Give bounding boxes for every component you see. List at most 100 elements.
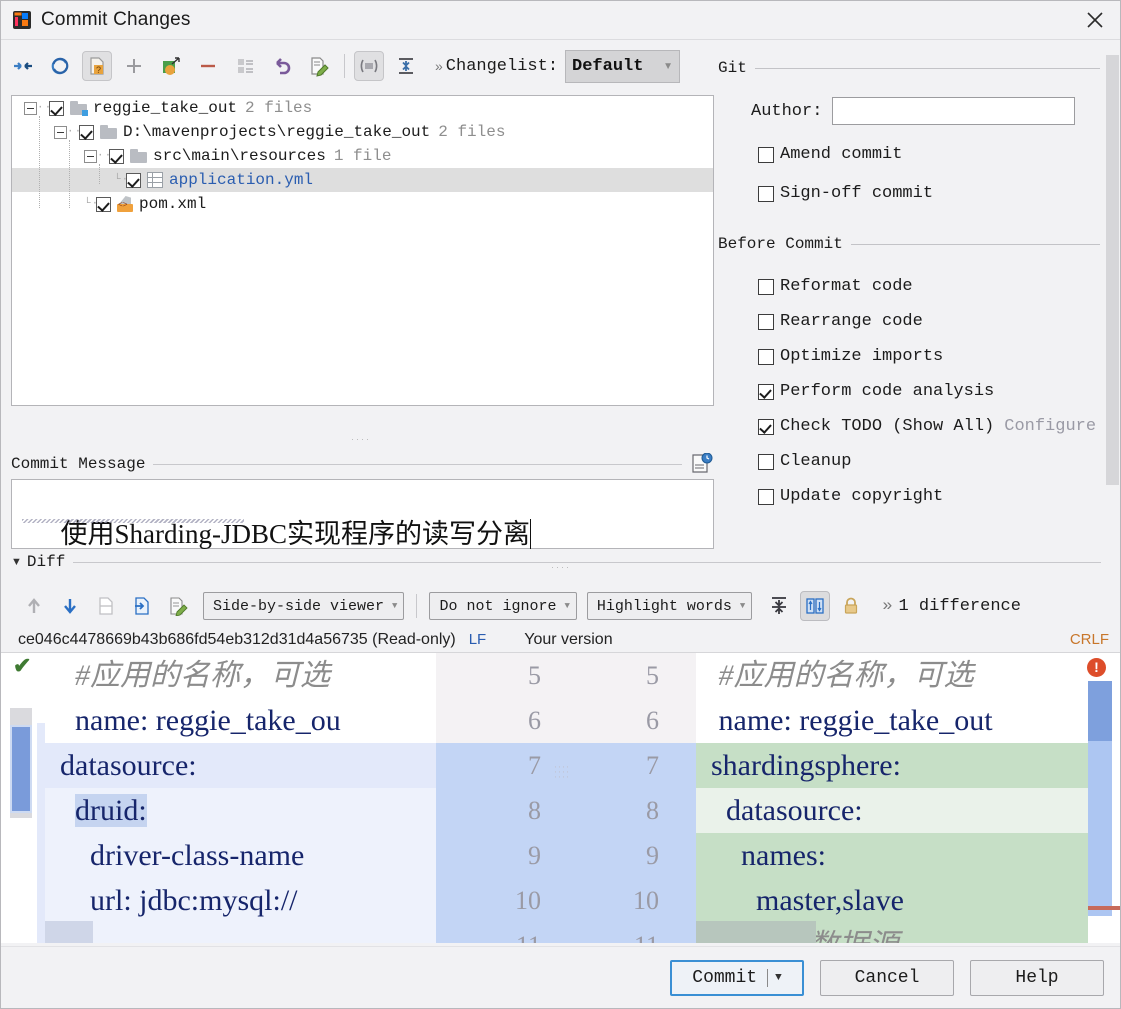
add-icon[interactable] [119, 51, 149, 81]
tree-checkbox[interactable] [49, 100, 64, 116]
revert-change-icon[interactable] [91, 591, 121, 621]
reformat-code-checkbox[interactable] [758, 278, 774, 295]
tree-splitter-handle[interactable]: ···· [341, 435, 381, 444]
expand-all-icon[interactable] [391, 51, 421, 81]
tree-row-count: 1 file [333, 147, 392, 165]
tree-connector-dots: ··· [97, 150, 119, 162]
optimize-imports-option[interactable]: Optimize imports [758, 347, 1120, 366]
tree-row[interactable]: └·· application.yml [12, 168, 713, 192]
apply-change-icon[interactable] [127, 591, 157, 621]
tree-checkbox[interactable] [126, 172, 141, 188]
collapse-unchanged-icon[interactable] [764, 591, 794, 621]
right-selection-block [696, 921, 816, 943]
previous-difference-icon[interactable] [19, 591, 49, 621]
ignore-mode-dropdown[interactable]: Do not ignore ▼ [429, 592, 577, 620]
cleanup-option[interactable]: Cleanup [758, 452, 1120, 471]
tree-checkbox[interactable] [79, 124, 94, 140]
group-by-icon[interactable] [230, 51, 260, 81]
gutter-right-number: 5 [646, 661, 659, 690]
edit-source-icon[interactable] [304, 51, 334, 81]
commit-message-title: Commit Message [11, 455, 146, 473]
refresh-icon[interactable] [45, 51, 75, 81]
amend-commit-label: Amend commit [780, 145, 903, 164]
diff-right-line: #应用的名称，可选 [696, 659, 974, 692]
unversioned-files-icon[interactable]: ? [82, 51, 112, 81]
diff-right-line: shardingsphere: [696, 743, 1088, 788]
sign-off-commit-checkbox[interactable] [758, 185, 774, 202]
cancel-button[interactable]: Cancel [820, 959, 954, 996]
sign-off-commit-label: Sign-off commit [780, 184, 934, 203]
author-input[interactable] [832, 97, 1076, 125]
cleanup-checkbox[interactable] [758, 453, 774, 470]
commit-message-history-icon[interactable] [690, 452, 714, 475]
tree-row-label: src\main\resources [153, 147, 326, 165]
commit-button[interactable]: Commit ▼ [670, 959, 804, 996]
tree-row[interactable]: ··· D:\mavenprojects\reggie_take_out 2 f… [12, 120, 713, 144]
tree-row[interactable]: └·· pom.xml [12, 192, 713, 216]
changelist-dropdown[interactable]: Default ▼ [565, 49, 681, 83]
tree-row[interactable]: ··· src\main\resources 1 file [12, 144, 713, 168]
options-scrollbar-thumb[interactable] [1106, 55, 1119, 485]
reformat-code-label: Reformat code [780, 277, 913, 296]
gutter-left-number: 5 [528, 661, 541, 690]
tree-row[interactable]: ··· reggie_take_out 2 files [12, 96, 713, 120]
tree-connector-dots: └·· [84, 198, 106, 210]
button-split-separator [767, 968, 769, 987]
optimize-imports-checkbox[interactable] [758, 348, 774, 365]
readonly-lock-icon[interactable] [836, 591, 866, 621]
synchronize-scrolling-icon[interactable] [800, 591, 831, 621]
update-copyright-checkbox[interactable] [758, 488, 774, 505]
diff-left-line: driver-class-name [45, 833, 436, 878]
amend-commit-checkbox[interactable] [758, 146, 774, 163]
git-section-header: Git [718, 59, 1120, 77]
tree-checkbox[interactable] [96, 196, 111, 212]
diff-left-line: datasource: [45, 743, 436, 788]
configure-todo-link[interactable]: Configure [1004, 417, 1096, 436]
chevron-down-icon[interactable]: ▼ [775, 972, 782, 984]
right-scrollbar-thumb-overlay[interactable] [1088, 681, 1112, 741]
update-copyright-option[interactable]: Update copyright [758, 487, 1120, 506]
delete-icon[interactable] [193, 51, 223, 81]
diff-drag-handle[interactable]: ···· ···· ···· [554, 763, 576, 782]
gutter-row: 9 9 [436, 833, 696, 878]
update-copyright-label: Update copyright [780, 487, 944, 506]
tree-expander[interactable] [24, 101, 37, 115]
help-button[interactable]: Help [970, 959, 1104, 996]
tree-checkbox[interactable] [109, 148, 124, 164]
author-label: Author: [751, 101, 823, 121]
rearrange-code-option[interactable]: Rearrange code [758, 312, 1120, 331]
diff-right-pane[interactable]: ! #应用的名称，可选 name: reggie_take_out shardi… [696, 653, 1120, 943]
folder-icon [130, 149, 147, 163]
check-todo-option[interactable]: Check TODO (Show All) Configure [758, 417, 1120, 436]
close-icon[interactable] [1068, 1, 1120, 39]
collapse-icon[interactable] [354, 51, 384, 81]
diff-splitter-handle[interactable]: ···· [541, 563, 581, 572]
error-icon[interactable]: ! [1087, 658, 1106, 677]
commit-options-panel: Git Author: Amend commit Sign-off commit… [718, 53, 1120, 543]
sign-off-commit-option[interactable]: Sign-off commit [758, 184, 1120, 203]
check-todo-checkbox[interactable] [758, 418, 774, 435]
rearrange-code-checkbox[interactable] [758, 313, 774, 330]
highlight-mode-dropdown[interactable]: Highlight words ▼ [586, 592, 753, 620]
diff-left-pane[interactable]: ✔ #应用的名称，可选 name: reggie_take_ou datasou… [1, 653, 436, 943]
amend-commit-option[interactable]: Amend commit [758, 145, 1120, 164]
next-difference-icon[interactable] [55, 591, 85, 621]
show-diff-icon[interactable] [8, 51, 38, 81]
edit-source-icon[interactable] [163, 591, 193, 621]
left-scrollbar-thumb[interactable] [10, 725, 32, 813]
perform-code-analysis-option[interactable]: Perform code analysis [758, 382, 1120, 401]
chevron-down-icon: ▼ [564, 601, 570, 611]
spellcheck-underline [22, 519, 244, 523]
revert-icon[interactable] [267, 51, 297, 81]
changed-files-tree[interactable]: ··· reggie_take_out 2 files ··· D:\maven… [11, 95, 714, 406]
collapse-triangle-icon[interactable]: ▼ [11, 556, 22, 568]
gutter-left-number: 8 [528, 796, 541, 825]
reformat-code-option[interactable]: Reformat code [758, 277, 1120, 296]
viewer-mode-dropdown[interactable]: Side-by-side viewer ▼ [203, 592, 405, 620]
move-to-changelist-icon[interactable] [156, 51, 186, 81]
tree-expander[interactable] [54, 125, 67, 139]
commit-message-input[interactable]: 使用Sharding-JDBC实现程序的读写分离 [11, 479, 714, 550]
perform-code-analysis-checkbox[interactable] [758, 383, 774, 400]
accept-change-icon[interactable]: ✔ [13, 655, 33, 677]
tree-expander[interactable] [84, 149, 97, 163]
